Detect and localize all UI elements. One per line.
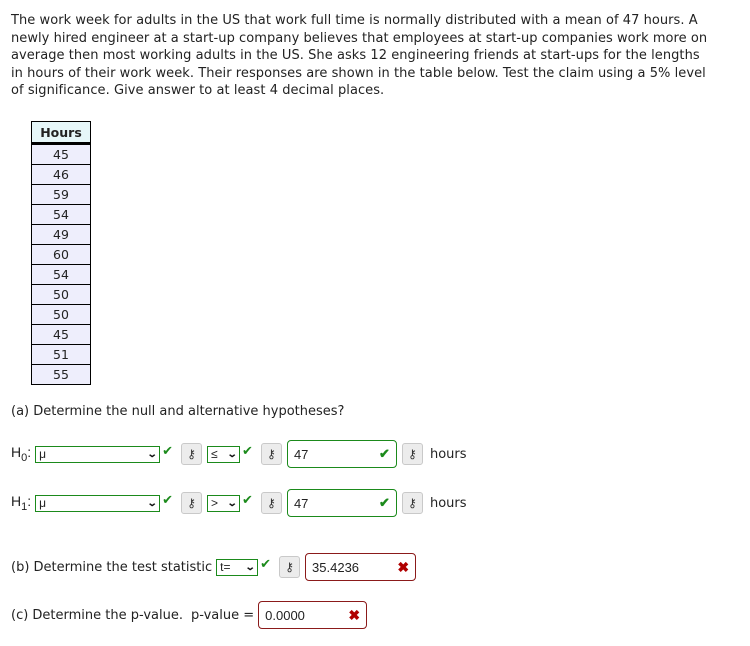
h1-value: 47: [293, 495, 309, 511]
h1-parameter-select[interactable]: μ ⌄: [35, 494, 161, 512]
hours-cell: 55: [31, 364, 91, 385]
key-icon: ⚷: [267, 447, 276, 461]
key-icon-button[interactable]: ⚷: [260, 443, 282, 465]
h1-relation-select[interactable]: > ⌄: [207, 494, 241, 512]
hours-cell: 54: [31, 204, 91, 225]
p-value-input[interactable]: 0.0000 ✖: [258, 601, 368, 629]
test-statistic-input[interactable]: 35.4236 ✖: [305, 553, 417, 581]
p-value-label: p-value =: [191, 607, 255, 623]
table-row: 54: [31, 264, 91, 285]
table-row: 45: [31, 324, 91, 345]
table-header: Hours: [31, 121, 91, 145]
h0-row: H0: μ ⌄ ✔ ⚷ ≤ ⌄ ✔ ⚷ 47 ✔ ⚷ hours: [11, 440, 467, 468]
table-row: 46: [31, 164, 91, 185]
key-icon-button[interactable]: ⚷: [401, 492, 423, 514]
h1-value-input[interactable]: 47 ✔: [286, 489, 397, 517]
h1-label: H1:: [11, 493, 32, 513]
check-icon: ✔: [162, 492, 174, 508]
h1-unit: hours: [429, 495, 467, 511]
hours-cell: 49: [31, 224, 91, 245]
h0-unit: hours: [429, 446, 467, 462]
incorrect-x-icon: ✖: [397, 558, 410, 575]
h1-parameter-value: μ: [39, 496, 47, 510]
key-icon: ⚷: [285, 560, 294, 574]
table-row: 54: [31, 204, 91, 225]
h0-relation-select[interactable]: ≤ ⌄: [207, 445, 241, 463]
h0-subscript: 0: [21, 451, 28, 464]
problem-text: The work week for adults in the US that …: [11, 13, 708, 98]
incorrect-x-icon: ✖: [348, 606, 361, 623]
test-statistic-type: t=: [220, 560, 231, 574]
table-row: 51: [31, 344, 91, 365]
hours-cell: 54: [31, 264, 91, 285]
check-icon: ✔: [379, 495, 390, 510]
part-b-row: (b) Determine the test statistic t= ⌄ ✔ …: [11, 553, 417, 581]
table-row: 50: [31, 304, 91, 325]
h0-parameter-value: μ: [39, 447, 47, 461]
h0-relation-value: ≤: [211, 447, 218, 461]
chevron-down-icon: ⌄: [146, 497, 158, 509]
key-icon: ⚷: [187, 496, 196, 510]
h0-parameter-select[interactable]: μ ⌄: [35, 445, 161, 463]
key-icon: ⚷: [408, 496, 417, 510]
h1-subscript: 1: [21, 500, 28, 513]
test-statistic-value: 35.4236: [312, 559, 360, 575]
table-row: 55: [31, 364, 91, 385]
hours-cell: 50: [31, 284, 91, 305]
chevron-down-icon: ⌄: [226, 497, 238, 509]
table-row: 45: [31, 143, 91, 165]
check-icon: ✔: [379, 446, 390, 461]
key-icon: ⚷: [408, 447, 417, 461]
check-icon: ✔: [260, 556, 272, 572]
key-icon-button[interactable]: ⚷: [279, 556, 301, 578]
p-value-value: 0.0000: [265, 607, 305, 623]
h1-letter: H: [11, 493, 22, 510]
hours-cell: 45: [31, 324, 91, 345]
table-row: 59: [31, 184, 91, 205]
check-icon: ✔: [242, 492, 253, 508]
part-c-prompt: (c) Determine the p-value.: [11, 607, 183, 623]
hours-cell: 45: [31, 143, 91, 165]
chevron-down-icon: ⌄: [244, 561, 256, 573]
key-icon: ⚷: [267, 496, 276, 510]
h0-value-input[interactable]: 47 ✔: [286, 440, 397, 468]
h1-relation-value: >: [211, 496, 219, 510]
h1-row: H1: μ ⌄ ✔ ⚷ > ⌄ ✔ ⚷ 47 ✔ ⚷ hours: [11, 489, 467, 517]
hours-cell: 60: [31, 244, 91, 265]
key-icon-button[interactable]: ⚷: [260, 492, 282, 514]
part-a-prompt: (a) Determine the null and alternative h…: [11, 404, 345, 419]
part-b-prompt: (b) Determine the test statistic: [11, 559, 213, 575]
table-row: 50: [31, 284, 91, 305]
key-icon-button[interactable]: ⚷: [181, 492, 203, 514]
key-icon-button[interactable]: ⚷: [401, 443, 423, 465]
check-icon: ✔: [242, 443, 253, 459]
key-icon-button[interactable]: ⚷: [181, 443, 203, 465]
table-row: 49: [31, 224, 91, 245]
hours-table: Hours 45 46 59 54 49 60 54 50 50 45 51 55: [31, 121, 91, 385]
h0-letter: H: [11, 444, 22, 461]
key-icon: ⚷: [187, 447, 196, 461]
chevron-down-icon: ⌄: [146, 448, 158, 460]
chevron-down-icon: ⌄: [226, 448, 238, 460]
hours-cell: 51: [31, 344, 91, 365]
check-icon: ✔: [162, 443, 174, 459]
h0-label: H0:: [11, 444, 32, 464]
test-statistic-select[interactable]: t= ⌄: [216, 558, 259, 576]
hours-cell: 59: [31, 184, 91, 205]
hours-cell: 50: [31, 304, 91, 325]
h0-value: 47: [293, 446, 309, 462]
table-row: 60: [31, 244, 91, 265]
part-c-row: (c) Determine the p-value. p-value = 0.0…: [11, 601, 368, 629]
hours-cell: 46: [31, 164, 91, 185]
